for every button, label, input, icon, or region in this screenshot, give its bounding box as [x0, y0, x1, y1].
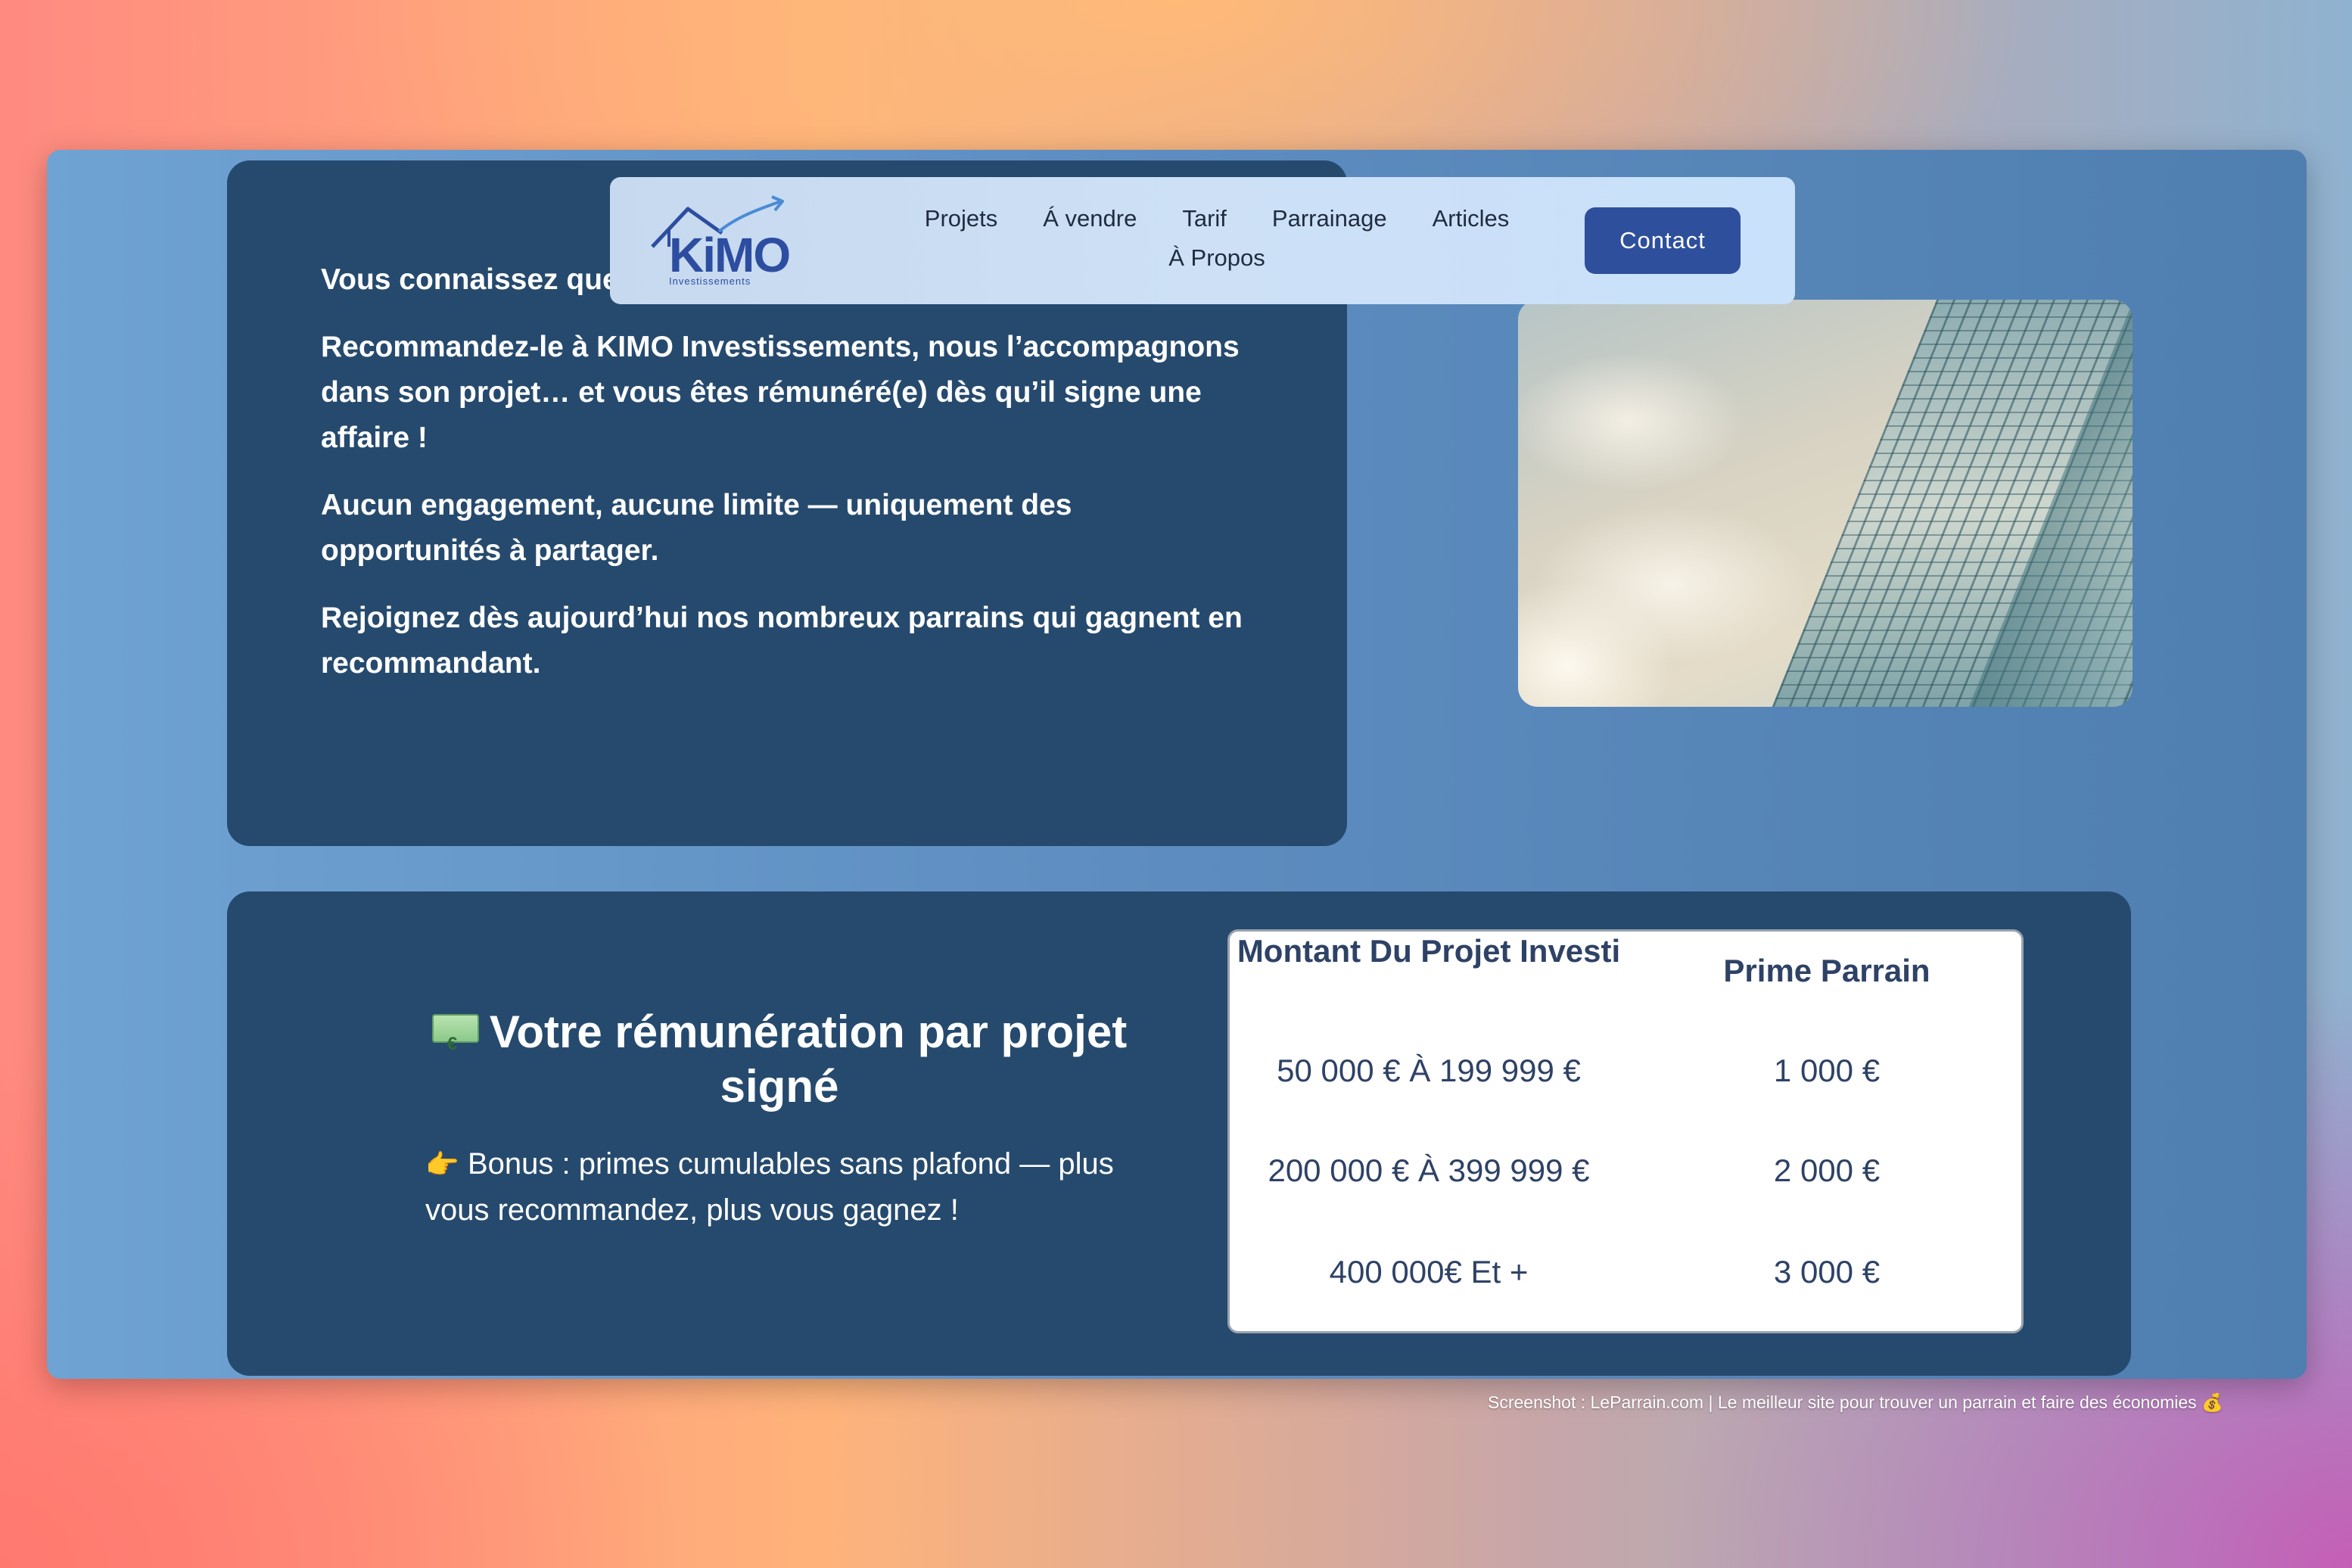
pointing-hand-icon: 👉 — [425, 1149, 459, 1180]
bonus-label: Bonus : primes cumulables sans plafond —… — [425, 1147, 1114, 1227]
logo-subtitle: Investissements — [669, 275, 751, 287]
intro-text: Vous connaissez quelqu’un qui a un proje… — [321, 257, 1252, 708]
screenshot-credit: Screenshot : LeParrain.com | Le meilleur… — [1488, 1392, 2223, 1412]
table-header-prime: Prime Parrain — [1723, 953, 1930, 988]
bonus-text: 👉 Bonus : primes cumulables sans plafond… — [416, 1141, 1143, 1233]
nav-links: Projets Á vendre Tarif Parrainage Articl… — [885, 204, 1548, 272]
reward-heading: Votre rémunération par projet signé — [416, 1005, 1143, 1114]
contact-button[interactable]: Contact — [1585, 207, 1741, 274]
reward-section: Votre rémunération par projet signé 👉 Bo… — [416, 1005, 1143, 1233]
table-cell-amount: 400 000€ Et + — [1329, 1254, 1529, 1290]
top-navbar: KiMO Investissements Projets Á vendre Ta… — [610, 177, 1795, 304]
nav-link-articles[interactable]: Articles — [1433, 204, 1510, 233]
table-header-amount: Montant Du Projet Investi — [1237, 933, 1621, 969]
nav-link-projets[interactable]: Projets — [925, 204, 997, 233]
intro-paragraph: Aucun engagement, aucune limite — unique… — [321, 489, 1072, 567]
nav-link-parrainage[interactable]: Parrainage — [1272, 204, 1387, 233]
money-icon — [431, 1014, 479, 1072]
table-cell-prime: 1 000 € — [1773, 1053, 1881, 1088]
table-cell-amount: 200 000 € À 399 999 € — [1268, 1153, 1590, 1188]
logo-wordmark: KiMO — [669, 228, 791, 282]
intro-paragraph: Rejoignez dès aujourd’hui nos nombreux p… — [321, 602, 1243, 680]
intro-paragraph: Recommandez-le à KIMO Investissements, n… — [321, 331, 1240, 454]
table-cell-prime: 2 000 € — [1773, 1153, 1881, 1188]
reward-card: Votre rémunération par projet signé 👉 Bo… — [227, 891, 2131, 1376]
nav-link-a-vendre[interactable]: Á vendre — [1043, 204, 1137, 233]
table-cell-prime: 3 000 € — [1773, 1254, 1881, 1290]
reward-title: Votre rémunération par projet signé — [489, 1006, 1128, 1112]
reward-table: Montant Du Projet Investi Prime Parrain … — [1227, 929, 2024, 1333]
building-photo — [1518, 300, 2133, 707]
browser-window: Vous connaissez quelqu’un qui a un proje… — [47, 150, 2307, 1379]
nav-link-tarif[interactable]: Tarif — [1182, 204, 1227, 233]
table-cell-amount: 50 000 € À 199 999 € — [1277, 1053, 1581, 1088]
kimo-logo[interactable]: KiMO Investissements — [646, 194, 791, 291]
nav-link-a-propos[interactable]: À Propos — [1168, 244, 1265, 272]
